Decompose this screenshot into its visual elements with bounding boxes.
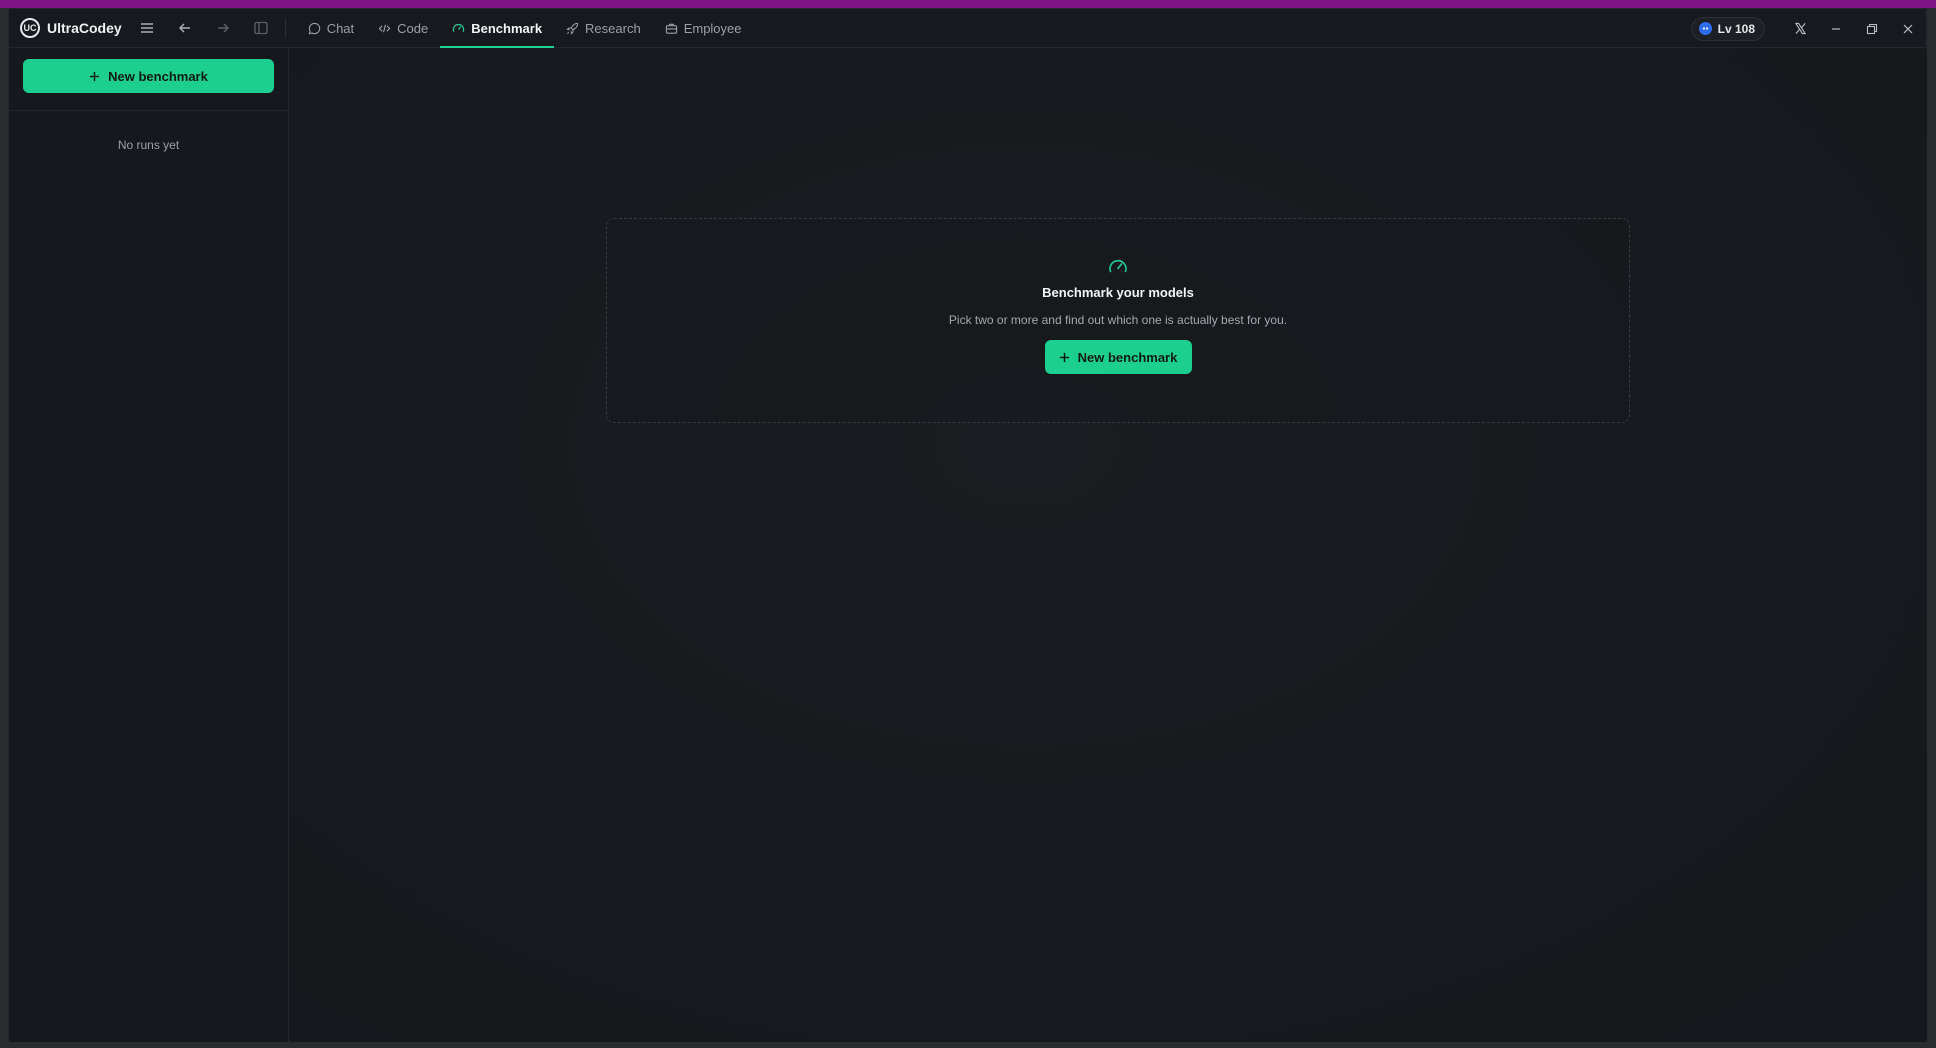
- forward-arrow-icon[interactable]: [211, 16, 235, 40]
- level-badge[interactable]: Lv 108: [1690, 16, 1765, 41]
- tab-label: Employee: [683, 20, 742, 36]
- titlebar: UC UltraCodey Chat Code Benchmark Resear…: [9, 9, 1926, 48]
- x-social-icon[interactable]: [1782, 9, 1818, 48]
- button-label: New benchmark: [108, 68, 208, 84]
- code-icon: [378, 24, 391, 32]
- new-benchmark-button[interactable]: New benchmark: [1044, 340, 1192, 374]
- back-arrow-icon[interactable]: [173, 16, 197, 40]
- sidebar-header: New benchmark: [9, 49, 288, 111]
- level-icon: [1698, 22, 1712, 35]
- empty-state-title: Benchmark your models: [1042, 285, 1194, 300]
- tab-research[interactable]: Research: [554, 9, 653, 47]
- tab-employee[interactable]: Employee: [653, 9, 754, 47]
- main-content: Benchmark your models Pick two or more a…: [290, 49, 1927, 1042]
- tab-label: Benchmark: [471, 20, 543, 36]
- gauge-icon: [453, 23, 465, 32]
- tab-chat[interactable]: Chat: [296, 9, 366, 47]
- tab-label: Code: [397, 20, 429, 36]
- empty-state-card: Benchmark your models Pick two or more a…: [606, 218, 1630, 423]
- minimize-icon[interactable]: [1818, 9, 1854, 48]
- sidebar-toggle-icon[interactable]: [249, 16, 273, 40]
- gauge-icon: [1109, 259, 1127, 273]
- button-label: New benchmark: [1077, 349, 1178, 365]
- empty-runs-text: No runs yet: [117, 138, 180, 152]
- level-label: Lv 108: [1717, 21, 1755, 36]
- sidebar-new-benchmark-button[interactable]: New benchmark: [23, 59, 274, 93]
- plus-icon: [1059, 352, 1069, 362]
- window-controls: Lv 108: [1690, 9, 1926, 48]
- plus-icon: [90, 71, 100, 81]
- tab-label: Chat: [326, 20, 355, 36]
- empty-state-subtitle: Pick two or more and find out which one …: [948, 313, 1288, 327]
- menu-icon[interactable]: [135, 16, 159, 40]
- chat-bubble-icon: [308, 22, 320, 34]
- app-window: UC UltraCodey Chat Code Benchmark Resear…: [8, 8, 1927, 1042]
- briefcase-icon: [665, 23, 677, 34]
- restore-icon[interactable]: [1854, 9, 1890, 48]
- brand[interactable]: UC UltraCodey: [20, 9, 122, 47]
- window-frame-strip: [0, 0, 1936, 8]
- close-icon[interactable]: [1890, 9, 1926, 48]
- app-logo-icon: UC: [20, 18, 40, 38]
- tab-label: Research: [585, 20, 641, 36]
- tab-code[interactable]: Code: [366, 9, 440, 47]
- tab-benchmark[interactable]: Benchmark: [440, 9, 554, 48]
- sidebar: New benchmark No runs yet: [9, 49, 289, 1042]
- titlebar-divider: [284, 18, 286, 38]
- rocket-icon: [566, 22, 579, 35]
- app-name: UltraCodey: [47, 20, 122, 36]
- main-tabs: Chat Code Benchmark Research Employee: [296, 9, 754, 48]
